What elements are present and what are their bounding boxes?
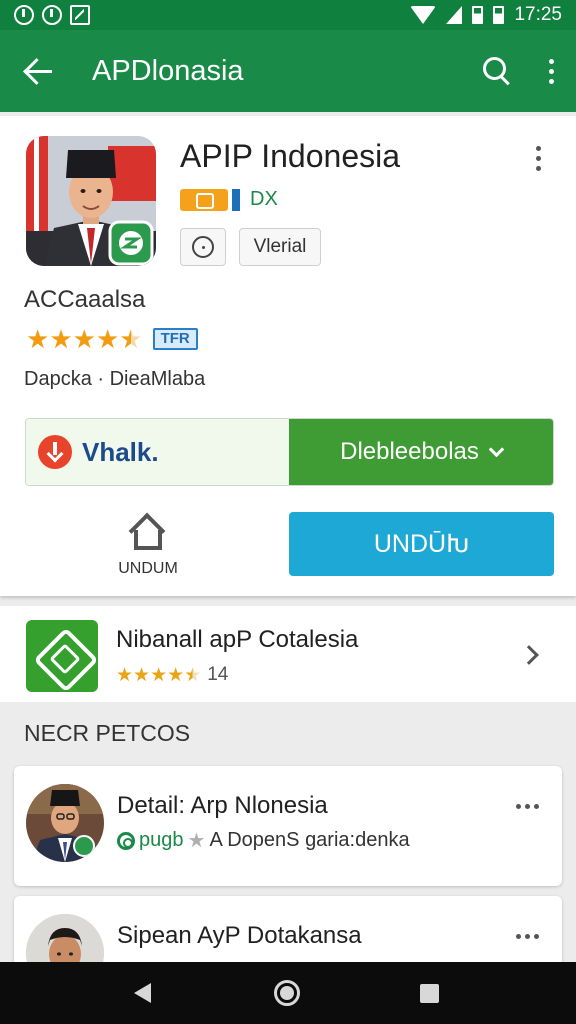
chevron-right-icon [519, 645, 539, 665]
install-button[interactable]: UNDŪԽ [289, 512, 554, 576]
status-right-icons: 17:25 [410, 4, 562, 26]
developer-name: DX [250, 188, 278, 210]
section-heading: NECR PETCOS [24, 720, 191, 746]
list-item-title: Detail: Arp Nlonesia [117, 792, 328, 819]
split-action-left[interactable]: Vhalk. [26, 419, 289, 485]
nav-back-icon[interactable] [134, 983, 151, 1003]
more-vert-icon[interactable] [536, 146, 541, 171]
star-icon: ★ [150, 664, 168, 686]
home-action-label: UNDUM [118, 560, 178, 577]
split-action-dropdown[interactable]: Dlebleebolas [289, 419, 553, 485]
split-action-right-label: Dlebleebolas [340, 438, 479, 465]
more-horiz-icon[interactable] [516, 804, 539, 809]
status-left-icons [14, 5, 90, 25]
at-icon [117, 831, 135, 850]
star-icon: ★ [26, 324, 50, 354]
star-icon: ★ [72, 324, 96, 354]
download-icon [38, 435, 72, 469]
rating-badge: TFR [152, 328, 198, 350]
circle-status-icon [42, 5, 62, 25]
similar-app-count: 14 [207, 664, 229, 685]
avatar [26, 784, 104, 862]
status-bar: 17:25 [0, 0, 576, 30]
search-icon[interactable] [483, 57, 511, 85]
half-star-icon: ★ [184, 664, 202, 686]
star-icon: ★ [95, 324, 120, 354]
battery-icon [472, 6, 484, 24]
app-icon-illustration [26, 136, 156, 266]
star-icon: ★ [167, 664, 185, 686]
app-meta: Dapcka · DieaMlaba [24, 368, 206, 390]
star-icon: ★ [116, 664, 134, 686]
similar-app-stars: ★ ★ ★ ★ ★ 14 [116, 664, 228, 686]
signal-icon [446, 6, 463, 24]
chevron-down-icon [488, 441, 505, 457]
wifi-icon [410, 6, 437, 24]
app-bar-actions [483, 57, 554, 85]
battery-icon [493, 6, 505, 24]
rating-label: ACCaaalsa [24, 286, 146, 313]
home-icon [128, 512, 166, 550]
developer-flag-icon [232, 188, 240, 211]
app-icon[interactable] [26, 136, 156, 266]
more-vert-icon[interactable] [549, 58, 554, 84]
status-time: 17:25 [514, 4, 562, 25]
system-nav-bar [0, 962, 576, 1024]
star-icon: ★ [187, 830, 206, 852]
n-box-icon [70, 5, 90, 25]
list-item-title: Sipean AyP Dotakansa [117, 922, 362, 949]
split-action: Vhalk. Dlebleebolas [25, 418, 554, 486]
nav-home-icon[interactable] [274, 980, 300, 1006]
developer-badge-icon [180, 188, 228, 211]
back-arrow-icon[interactable] [22, 54, 56, 88]
star-icon: ★ [49, 324, 73, 354]
star-icon: ★ [133, 664, 151, 686]
list-item-tag: pugb [139, 829, 184, 851]
app-title: APIP Indonesia [180, 138, 401, 174]
split-action-left-label: Vhalk. [82, 436, 159, 467]
app-details-card: APIP Indonesia DX Vlerial ACCaaalsa ★ ★ … [0, 116, 576, 596]
similar-app-icon [26, 620, 98, 692]
list-item-subtitle: pugb ★ A DopenS garia:denka [117, 828, 410, 853]
list-item-description: A DopenS garia:denka [209, 829, 410, 851]
developer-row[interactable]: DX [180, 188, 278, 211]
more-horiz-icon[interactable] [516, 934, 539, 939]
nav-recents-icon[interactable] [420, 984, 439, 1003]
list-item[interactable]: Detail: Arp Nlonesia pugb ★ A DopenS gar… [14, 766, 562, 886]
similar-app-title: Nibanall apP Cotalesia [116, 626, 359, 653]
circle-status-icon [14, 5, 34, 25]
clock-icon [192, 236, 214, 258]
info-chip[interactable] [180, 228, 226, 266]
rating-stars: ★ ★ ★ ★ ★ TFR [26, 326, 198, 352]
half-star-icon: ★ [119, 324, 143, 354]
avatar-illustration [26, 784, 104, 862]
home-action-button[interactable]: UNDUM [100, 512, 196, 580]
app-bar: APDlonasia [0, 30, 576, 112]
category-chip[interactable]: Vlerial [239, 228, 321, 266]
app-bar-title: APDlonasia [92, 54, 244, 87]
similar-app-row[interactable]: Nibanall apP Cotalesia ★ ★ ★ ★ ★ 14 [0, 606, 576, 702]
